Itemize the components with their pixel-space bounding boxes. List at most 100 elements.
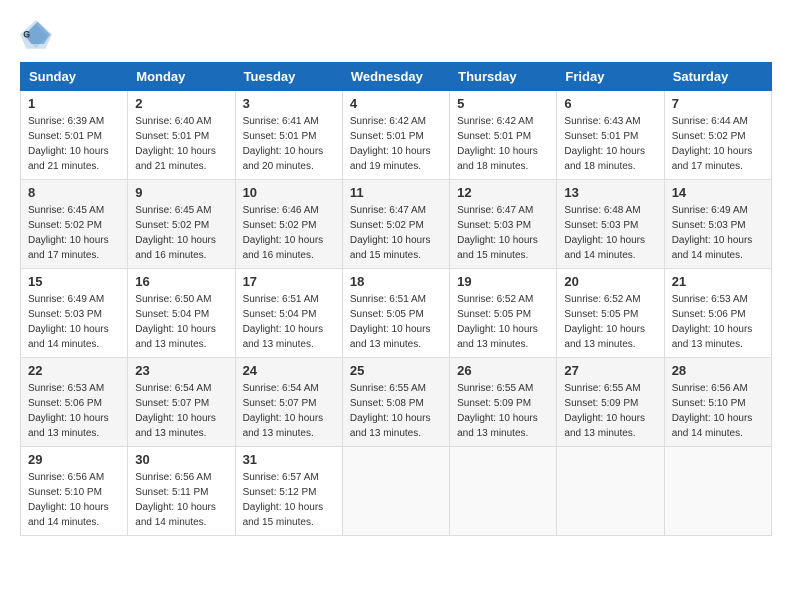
day-number: 1 <box>28 96 120 111</box>
cell-content: Sunrise: 6:49 AMSunset: 5:03 PMDaylight:… <box>672 203 764 263</box>
cell-content: Sunrise: 6:54 AMSunset: 5:07 PMDaylight:… <box>243 381 335 441</box>
cell-content: Sunrise: 6:54 AMSunset: 5:07 PMDaylight:… <box>135 381 227 441</box>
cell-content: Sunrise: 6:52 AMSunset: 5:05 PMDaylight:… <box>564 292 656 352</box>
day-number: 10 <box>243 185 335 200</box>
day-number: 27 <box>564 363 656 378</box>
calendar-cell: 4Sunrise: 6:42 AMSunset: 5:01 PMDaylight… <box>342 91 449 180</box>
col-header-thursday: Thursday <box>450 63 557 91</box>
col-header-friday: Friday <box>557 63 664 91</box>
day-number: 17 <box>243 274 335 289</box>
calendar-cell: 19Sunrise: 6:52 AMSunset: 5:05 PMDayligh… <box>450 269 557 358</box>
cell-content: Sunrise: 6:56 AMSunset: 5:11 PMDaylight:… <box>135 470 227 530</box>
calendar-cell: 23 Sunrise: 6:54 AMSunset: 5:07 PMDayligh… <box>128 358 235 447</box>
calendar-week-row: 29 Sunrise: 6:56 AMSunset: 5:10 PMDayligh… <box>21 447 772 536</box>
svg-text:G: G <box>23 30 30 40</box>
calendar-cell: 10 Sunrise: 6:46 AMSunset: 5:02 PMDayligh… <box>235 180 342 269</box>
calendar-cell: 24 Sunrise: 6:54 AMSunset: 5:07 PMDayligh… <box>235 358 342 447</box>
calendar-cell: 18 Sunrise: 6:51 AMSunset: 5:05 PMDayligh… <box>342 269 449 358</box>
cell-content: Sunrise: 6:55 AMSunset: 5:08 PMDaylight:… <box>350 381 442 441</box>
calendar-cell: 6 Sunrise: 6:43 AMSunset: 5:01 PMDaylight… <box>557 91 664 180</box>
logo: G <box>20 20 56 52</box>
calendar-cell: 31 Sunrise: 6:57 AMSunset: 5:12 PMDayligh… <box>235 447 342 536</box>
calendar-cell: 12 Sunrise: 6:47 AMSunset: 5:03 PMDayligh… <box>450 180 557 269</box>
calendar-cell: 25 Sunrise: 6:55 AMSunset: 5:08 PMDayligh… <box>342 358 449 447</box>
calendar-cell: 29 Sunrise: 6:56 AMSunset: 5:10 PMDayligh… <box>21 447 128 536</box>
day-number: 18 <box>350 274 442 289</box>
calendar-week-row: 1 Sunrise: 6:39 AMSunset: 5:01 PMDaylight… <box>21 91 772 180</box>
day-number: 5 <box>457 96 549 111</box>
day-number: 8 <box>28 185 120 200</box>
cell-content: Sunrise: 6:51 AMSunset: 5:04 PMDaylight:… <box>243 292 335 352</box>
cell-content: Sunrise: 6:55 AMSunset: 5:09 PMDaylight:… <box>564 381 656 441</box>
cell-content: Sunrise: 6:47 AMSunset: 5:03 PMDaylight:… <box>457 203 549 263</box>
day-number: 22 <box>28 363 120 378</box>
cell-content: Sunrise: 6:39 AMSunset: 5:01 PMDaylight:… <box>28 114 120 174</box>
day-number: 7 <box>672 96 764 111</box>
cell-content: Sunrise: 6:55 AMSunset: 5:09 PMDaylight:… <box>457 381 549 441</box>
day-number: 23 <box>135 363 227 378</box>
calendar-cell: 21 Sunrise: 6:53 AMSunset: 5:06 PMDayligh… <box>664 269 771 358</box>
cell-content: Sunrise: 6:52 AMSunset: 5:05 PMDaylight:… <box>457 292 549 352</box>
cell-content: Sunrise: 6:53 AMSunset: 5:06 PMDaylight:… <box>672 292 764 352</box>
col-header-wednesday: Wednesday <box>342 63 449 91</box>
calendar-cell <box>664 447 771 536</box>
cell-content: Sunrise: 6:56 AMSunset: 5:10 PMDaylight:… <box>28 470 120 530</box>
day-number: 2 <box>135 96 227 111</box>
calendar-cell: 28 Sunrise: 6:56 AMSunset: 5:10 PMDayligh… <box>664 358 771 447</box>
day-number: 15 <box>28 274 120 289</box>
cell-content: Sunrise: 6:48 AMSunset: 5:03 PMDaylight:… <box>564 203 656 263</box>
cell-content: Sunrise: 6:43 AMSunset: 5:01 PMDaylight:… <box>564 114 656 174</box>
cell-content: Sunrise: 6:45 AMSunset: 5:02 PMDaylight:… <box>28 203 120 263</box>
cell-content: Sunrise: 6:57 AMSunset: 5:12 PMDaylight:… <box>243 470 335 530</box>
calendar-cell: 16 Sunrise: 6:50 AMSunset: 5:04 PMDayligh… <box>128 269 235 358</box>
logo-icon: G <box>20 20 52 52</box>
calendar-cell: 30 Sunrise: 6:56 AMSunset: 5:11 PMDayligh… <box>128 447 235 536</box>
day-number: 16 <box>135 274 227 289</box>
col-header-sunday: Sunday <box>21 63 128 91</box>
calendar-week-row: 22 Sunrise: 6:53 AMSunset: 5:06 PMDayligh… <box>21 358 772 447</box>
cell-content: Sunrise: 6:53 AMSunset: 5:06 PMDaylight:… <box>28 381 120 441</box>
col-header-tuesday: Tuesday <box>235 63 342 91</box>
cell-content: Sunrise: 6:49 AMSunset: 5:03 PMDaylight:… <box>28 292 120 352</box>
day-number: 4 <box>350 96 442 111</box>
calendar-cell: 22 Sunrise: 6:53 AMSunset: 5:06 PMDayligh… <box>21 358 128 447</box>
day-number: 21 <box>672 274 764 289</box>
calendar-cell: 1 Sunrise: 6:39 AMSunset: 5:01 PMDaylight… <box>21 91 128 180</box>
cell-content: Sunrise: 6:50 AMSunset: 5:04 PMDaylight:… <box>135 292 227 352</box>
calendar-cell: 8 Sunrise: 6:45 AMSunset: 5:02 PMDaylight… <box>21 180 128 269</box>
calendar-cell: 5 Sunrise: 6:42 AMSunset: 5:01 PMDaylight… <box>450 91 557 180</box>
col-header-saturday: Saturday <box>664 63 771 91</box>
cell-content: Sunrise: 6:56 AMSunset: 5:10 PMDaylight:… <box>672 381 764 441</box>
day-number: 31 <box>243 452 335 467</box>
day-number: 24 <box>243 363 335 378</box>
calendar-cell: 2 Sunrise: 6:40 AMSunset: 5:01 PMDaylight… <box>128 91 235 180</box>
calendar-cell <box>557 447 664 536</box>
calendar-table: SundayMondayTuesdayWednesdayThursdayFrid… <box>20 62 772 536</box>
calendar-cell: 26Sunrise: 6:55 AMSunset: 5:09 PMDayligh… <box>450 358 557 447</box>
day-number: 13 <box>564 185 656 200</box>
day-number: 25 <box>350 363 442 378</box>
calendar-cell: 27 Sunrise: 6:55 AMSunset: 5:09 PMDayligh… <box>557 358 664 447</box>
cell-content: Sunrise: 6:40 AMSunset: 5:01 PMDaylight:… <box>135 114 227 174</box>
day-number: 11 <box>350 185 442 200</box>
cell-content: Sunrise: 6:46 AMSunset: 5:02 PMDaylight:… <box>243 203 335 263</box>
calendar-cell: 9Sunrise: 6:45 AMSunset: 5:02 PMDaylight… <box>128 180 235 269</box>
calendar-cell: 14Sunrise: 6:49 AMSunset: 5:03 PMDayligh… <box>664 180 771 269</box>
day-number: 29 <box>28 452 120 467</box>
calendar-cell: 3Sunrise: 6:41 AMSunset: 5:01 PMDaylight… <box>235 91 342 180</box>
calendar-cell: 7 Sunrise: 6:44 AMSunset: 5:02 PMDaylight… <box>664 91 771 180</box>
cell-content: Sunrise: 6:44 AMSunset: 5:02 PMDaylight:… <box>672 114 764 174</box>
day-number: 9 <box>135 185 227 200</box>
day-number: 28 <box>672 363 764 378</box>
day-number: 30 <box>135 452 227 467</box>
cell-content: Sunrise: 6:51 AMSunset: 5:05 PMDaylight:… <box>350 292 442 352</box>
day-number: 20 <box>564 274 656 289</box>
page-header: G <box>20 20 772 52</box>
cell-content: Sunrise: 6:42 AMSunset: 5:01 PMDaylight:… <box>457 114 549 174</box>
calendar-cell: 11Sunrise: 6:47 AMSunset: 5:02 PMDayligh… <box>342 180 449 269</box>
day-number: 12 <box>457 185 549 200</box>
day-number: 6 <box>564 96 656 111</box>
calendar-week-row: 15 Sunrise: 6:49 AMSunset: 5:03 PMDayligh… <box>21 269 772 358</box>
calendar-week-row: 8 Sunrise: 6:45 AMSunset: 5:02 PMDaylight… <box>21 180 772 269</box>
calendar-header-row: SundayMondayTuesdayWednesdayThursdayFrid… <box>21 63 772 91</box>
